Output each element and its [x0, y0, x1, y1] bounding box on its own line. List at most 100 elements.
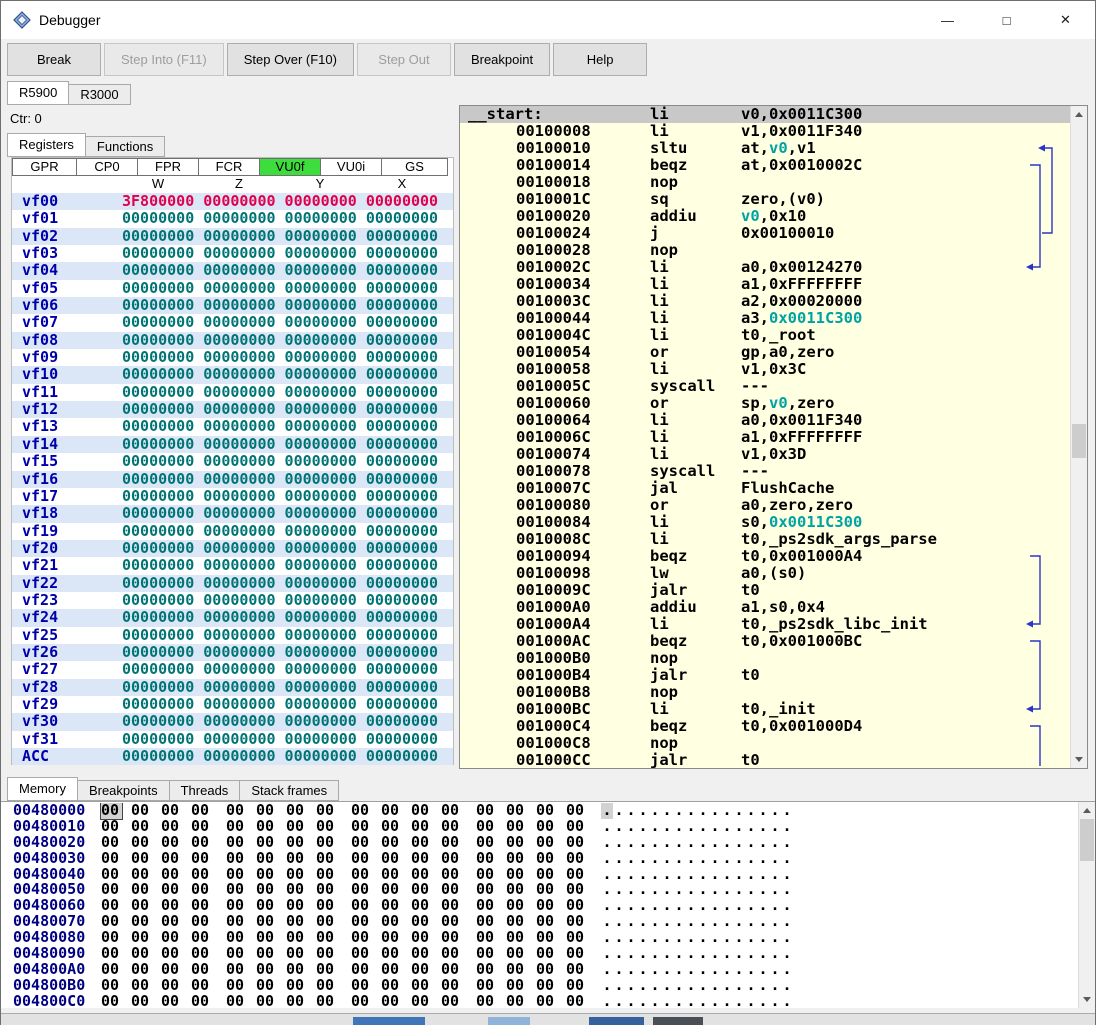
register-category-cp0[interactable]: CP0 [76, 158, 138, 176]
disasm-row-0010001c[interactable]: 0010001Csqzero,(v0) [460, 191, 1070, 208]
disasm-row-00100094[interactable]: 00100094beqzt0,0x001000A4 [460, 548, 1070, 565]
disassembly-scrollbar[interactable] [1070, 106, 1087, 768]
register-row-vf01[interactable]: vf0100000000 00000000 00000000 00000000 [12, 210, 453, 227]
disasm-row-0010009c[interactable]: 0010009Cjalrt0 [460, 582, 1070, 599]
bottom-tab-breakpoints[interactable]: Breakpoints [77, 780, 170, 801]
memory-byte[interactable]: 00 [161, 994, 182, 1008]
register-row-vf25[interactable]: vf2500000000 00000000 00000000 00000000 [12, 627, 453, 644]
disasm-row-0010006c[interactable]: 0010006Clia1,0xFFFFFFFF [460, 429, 1070, 446]
register-row-vf16[interactable]: vf1600000000 00000000 00000000 00000000 [12, 471, 453, 488]
disasm-row-001000cc[interactable]: 001000CCjalrt0 [460, 752, 1070, 768]
disasm-row-00100074[interactable]: 00100074liv1,0x3D [460, 446, 1070, 463]
register-row-vf15[interactable]: vf1500000000 00000000 00000000 00000000 [12, 453, 453, 470]
disasm-row-001000ac[interactable]: 001000ACbeqzt0,0x001000BC [460, 633, 1070, 650]
memory-byte[interactable]: 00 [506, 994, 527, 1008]
bottom-tab-memory[interactable]: Memory [7, 777, 78, 801]
register-row-vf27[interactable]: vf2700000000 00000000 00000000 00000000 [12, 661, 453, 678]
register-row-vf14[interactable]: vf1400000000 00000000 00000000 00000000 [12, 436, 453, 453]
memory-ascii[interactable]: ................ [601, 994, 793, 1008]
memory-byte[interactable]: 00 [381, 994, 402, 1008]
register-row-vf06[interactable]: vf0600000000 00000000 00000000 00000000 [12, 297, 453, 314]
disasm-row-001000bc[interactable]: 001000BClit0,_init [460, 701, 1070, 718]
register-category-vu0i[interactable]: VU0i [320, 158, 382, 176]
disasm-row-00100010[interactable]: 00100010sltuat,v0,v1 [460, 140, 1070, 157]
register-row-vf22[interactable]: vf2200000000 00000000 00000000 00000000 [12, 575, 453, 592]
disasm-row-00100028[interactable]: 00100028nop [460, 242, 1070, 259]
memory-byte[interactable]: 00 [131, 994, 152, 1008]
disasm-row-001000b4[interactable]: 001000B4jalrt0 [460, 667, 1070, 684]
scroll-down-icon[interactable] [1079, 991, 1095, 1008]
register-row-acc[interactable]: ACC00000000 00000000 00000000 00000000 [12, 748, 453, 765]
register-row-vf10[interactable]: vf1000000000 00000000 00000000 00000000 [12, 366, 453, 383]
register-row-vf31[interactable]: vf3100000000 00000000 00000000 00000000 [12, 731, 453, 748]
disassembly-scrollbar-thumb[interactable] [1072, 424, 1086, 458]
register-category-gs[interactable]: GS [381, 158, 448, 176]
maximize-button[interactable]: □ [977, 1, 1036, 39]
disasm-row-001000b0[interactable]: 001000B0nop [460, 650, 1070, 667]
register-row-vf05[interactable]: vf0500000000 00000000 00000000 00000000 [12, 280, 453, 297]
panel-tab-functions[interactable]: Functions [85, 136, 165, 157]
memory-byte[interactable]: 00 [566, 994, 587, 1008]
scroll-down-icon[interactable] [1071, 751, 1087, 768]
toolbar-button-breakpoint[interactable]: Breakpoint [454, 43, 550, 76]
register-row-vf26[interactable]: vf2600000000 00000000 00000000 00000000 [12, 644, 453, 661]
register-row-vf29[interactable]: vf2900000000 00000000 00000000 00000000 [12, 696, 453, 713]
disasm-row-00100078[interactable]: 00100078syscall--- [460, 463, 1070, 480]
memory-byte[interactable]: 00 [411, 994, 432, 1008]
disasm-row-0010008c[interactable]: 0010008Clit0,_ps2sdk_args_parse [460, 531, 1070, 548]
register-row-vf03[interactable]: vf0300000000 00000000 00000000 00000000 [12, 245, 453, 262]
cpu-tab-r5900[interactable]: R5900 [7, 81, 69, 105]
disasm-row-00100024[interactable]: 00100024j0x00100010 [460, 225, 1070, 242]
register-row-vf23[interactable]: vf2300000000 00000000 00000000 00000000 [12, 592, 453, 609]
disasm-row-001000c8[interactable]: 001000C8nop [460, 735, 1070, 752]
disasm-row-0010004c[interactable]: 0010004Clit0,_root [460, 327, 1070, 344]
scroll-up-icon[interactable] [1071, 106, 1087, 123]
disasm-row-0010007c[interactable]: 0010007CjalFlushCache [460, 480, 1070, 497]
bottom-tab-threads[interactable]: Threads [169, 780, 241, 801]
scroll-up-icon[interactable] [1079, 802, 1095, 819]
memory-byte[interactable]: 00 [476, 994, 497, 1008]
register-row-vf18[interactable]: vf1800000000 00000000 00000000 00000000 [12, 505, 453, 522]
register-row-vf30[interactable]: vf3000000000 00000000 00000000 00000000 [12, 713, 453, 730]
disasm-row-00100054[interactable]: 00100054orgp,a0,zero [460, 344, 1070, 361]
memory-byte[interactable]: 00 [101, 994, 122, 1008]
register-row-vf24[interactable]: vf2400000000 00000000 00000000 00000000 [12, 609, 453, 626]
cpu-tab-r3000[interactable]: R3000 [68, 84, 130, 105]
panel-tab-registers[interactable]: Registers [7, 133, 86, 157]
disasm-row-001000b8[interactable]: 001000B8nop [460, 684, 1070, 701]
memory-byte[interactable]: 00 [351, 994, 372, 1008]
disasm-row-001000c4[interactable]: 001000C4beqzt0,0x001000D4 [460, 718, 1070, 735]
memory-byte[interactable]: 00 [441, 994, 462, 1008]
register-category-gpr[interactable]: GPR [12, 158, 77, 176]
register-row-vf07[interactable]: vf0700000000 00000000 00000000 00000000 [12, 314, 453, 331]
disasm-row-00100034[interactable]: 00100034lia1,0xFFFFFFFF [460, 276, 1070, 293]
register-row-vf28[interactable]: vf2800000000 00000000 00000000 00000000 [12, 679, 453, 696]
toolbar-button-step-over-f10[interactable]: Step Over (F10) [227, 43, 354, 76]
titlebar[interactable]: Debugger — □ ✕ [1, 1, 1095, 39]
register-row-vf08[interactable]: vf0800000000 00000000 00000000 00000000 [12, 332, 453, 349]
memory-byte[interactable]: 00 [191, 994, 212, 1008]
memory-byte[interactable]: 00 [226, 994, 247, 1008]
disasm-row-start[interactable]: __start:liv0,0x0011C300 [460, 106, 1070, 123]
register-category-fcr[interactable]: FCR [198, 158, 260, 176]
disasm-row-00100064[interactable]: 00100064lia0,0x0011F340 [460, 412, 1070, 429]
bottom-tab-stack-frames[interactable]: Stack frames [239, 780, 339, 801]
disasm-row-00100014[interactable]: 00100014beqzat,0x0010002C [460, 157, 1070, 174]
register-row-vf20[interactable]: vf2000000000 00000000 00000000 00000000 [12, 540, 453, 557]
disasm-row-0010002c[interactable]: 0010002Clia0,0x00124270 [460, 259, 1070, 276]
disasm-row-00100080[interactable]: 00100080ora0,zero,zero [460, 497, 1070, 514]
register-category-vu0f[interactable]: VU0f [259, 158, 321, 176]
memory-byte[interactable]: 00 [256, 994, 277, 1008]
register-row-vf13[interactable]: vf1300000000 00000000 00000000 00000000 [12, 418, 453, 435]
register-row-vf19[interactable]: vf1900000000 00000000 00000000 00000000 [12, 523, 453, 540]
toolbar-button-help[interactable]: Help [553, 43, 647, 76]
register-row-vf11[interactable]: vf1100000000 00000000 00000000 00000000 [12, 384, 453, 401]
disasm-row-00100008[interactable]: 00100008liv1,0x0011F340 [460, 123, 1070, 140]
toolbar-button-break[interactable]: Break [7, 43, 101, 76]
disasm-row-00100084[interactable]: 00100084lis0,0x0011C300 [460, 514, 1070, 531]
disasm-row-00100018[interactable]: 00100018nop [460, 174, 1070, 191]
disasm-row-001000a4[interactable]: 001000A4lit0,_ps2sdk_libc_init [460, 616, 1070, 633]
register-category-fpr[interactable]: FPR [137, 158, 199, 176]
minimize-button[interactable]: — [918, 1, 977, 39]
memory-byte[interactable]: 00 [316, 994, 337, 1008]
